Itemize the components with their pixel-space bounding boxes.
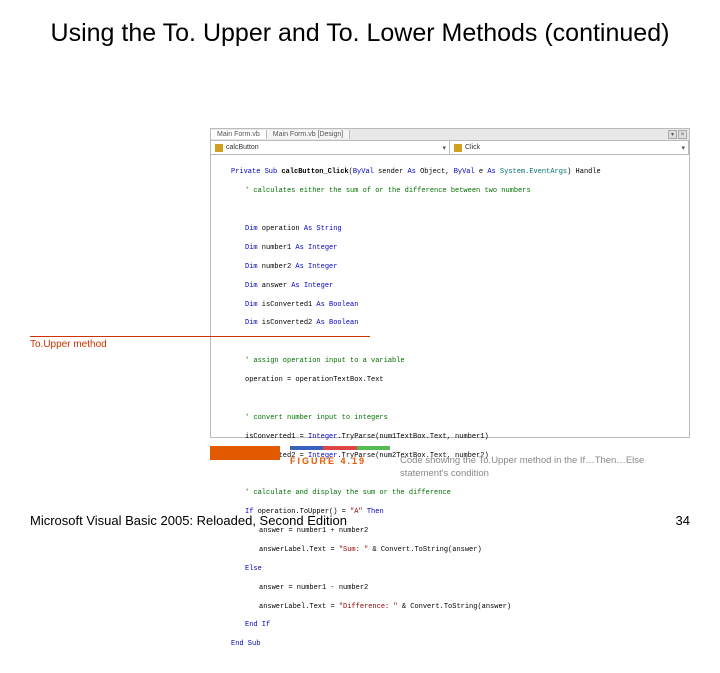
figure-caption-text: Code showing the To.Upper method in the …	[400, 455, 690, 481]
code-line: answer = number1 - number2	[217, 584, 683, 593]
callout-leader-line	[30, 336, 370, 337]
code-blank	[217, 395, 683, 404]
footer-source: Microsoft Visual Basic 2005: Reloaded, S…	[30, 513, 347, 528]
strip-segment	[323, 446, 356, 450]
ide-tab-bar: Main Form.vb Main Form.vb [Design] ▾ ×	[211, 129, 689, 141]
code-line: answerLabel.Text = "Sum: " & Convert.ToS…	[217, 546, 683, 555]
slide-footer: Microsoft Visual Basic 2005: Reloaded, S…	[30, 513, 690, 528]
object-dropdown-label: calcButton	[226, 144, 259, 151]
ide-screenshot: Main Form.vb Main Form.vb [Design] ▾ × c…	[210, 128, 690, 438]
code-blank	[217, 206, 683, 215]
caption-orange-tab	[210, 446, 280, 460]
code-line: Dim number2 As Integer	[217, 263, 683, 272]
event-dropdown: Click	[450, 141, 689, 154]
tab-controls: ▾ ×	[668, 130, 687, 139]
code-line: answer = number1 + number2	[217, 527, 683, 536]
caption-color-strip	[290, 446, 390, 450]
page-number: 34	[676, 513, 690, 528]
code-line: Private Sub calcButton_Click(ByVal sende…	[217, 168, 683, 177]
code-line: End If	[217, 621, 683, 630]
code-line: Dim operation As String	[217, 225, 683, 234]
ide-tab-code: Main Form.vb	[211, 130, 267, 139]
code-line: isConverted1 = Integer.TryParse(num1Text…	[217, 433, 683, 442]
ide-tab-design: Main Form.vb [Design]	[267, 130, 350, 139]
event-dropdown-label: Click	[465, 144, 480, 151]
code-line: operation = operationTextBox.Text	[217, 376, 683, 385]
tab-close-icon: ×	[678, 130, 687, 139]
code-line: Dim number1 As Integer	[217, 244, 683, 253]
code-line: ' assign operation input to a variable	[217, 357, 683, 366]
slide-title: Using the To. Upper and To. Lower Method…	[0, 0, 720, 55]
code-line: ' calculate and display the sum or the d…	[217, 489, 683, 498]
tab-dropdown-icon: ▾	[668, 130, 677, 139]
strip-segment	[290, 446, 323, 450]
code-line: Else	[217, 565, 683, 574]
code-line: ' calculates either the sum of or the di…	[217, 187, 683, 196]
code-line: Dim isConverted1 As Boolean	[217, 301, 683, 310]
code-editor: Private Sub calcButton_Click(ByVal sende…	[211, 155, 689, 673]
strip-segment	[357, 446, 390, 450]
callout-label: To.Upper method	[30, 336, 120, 350]
figure-area: To.Upper method Main Form.vb Main Form.v…	[30, 128, 690, 478]
code-blank	[217, 338, 683, 347]
code-line: Dim answer As Integer	[217, 282, 683, 291]
code-line: End Sub	[217, 640, 683, 649]
object-dropdown: calcButton	[211, 141, 450, 154]
figure-number: FIGURE 4.19	[290, 456, 366, 466]
ide-nav-dropdowns: calcButton Click	[211, 141, 689, 155]
figure-caption-bar: FIGURE 4.19 Code showing the To.Upper me…	[210, 446, 690, 478]
code-line: Dim isConverted2 As Boolean	[217, 319, 683, 328]
code-line: ' convert number input to integers	[217, 414, 683, 423]
code-line: answerLabel.Text = "Difference: " & Conv…	[217, 603, 683, 612]
